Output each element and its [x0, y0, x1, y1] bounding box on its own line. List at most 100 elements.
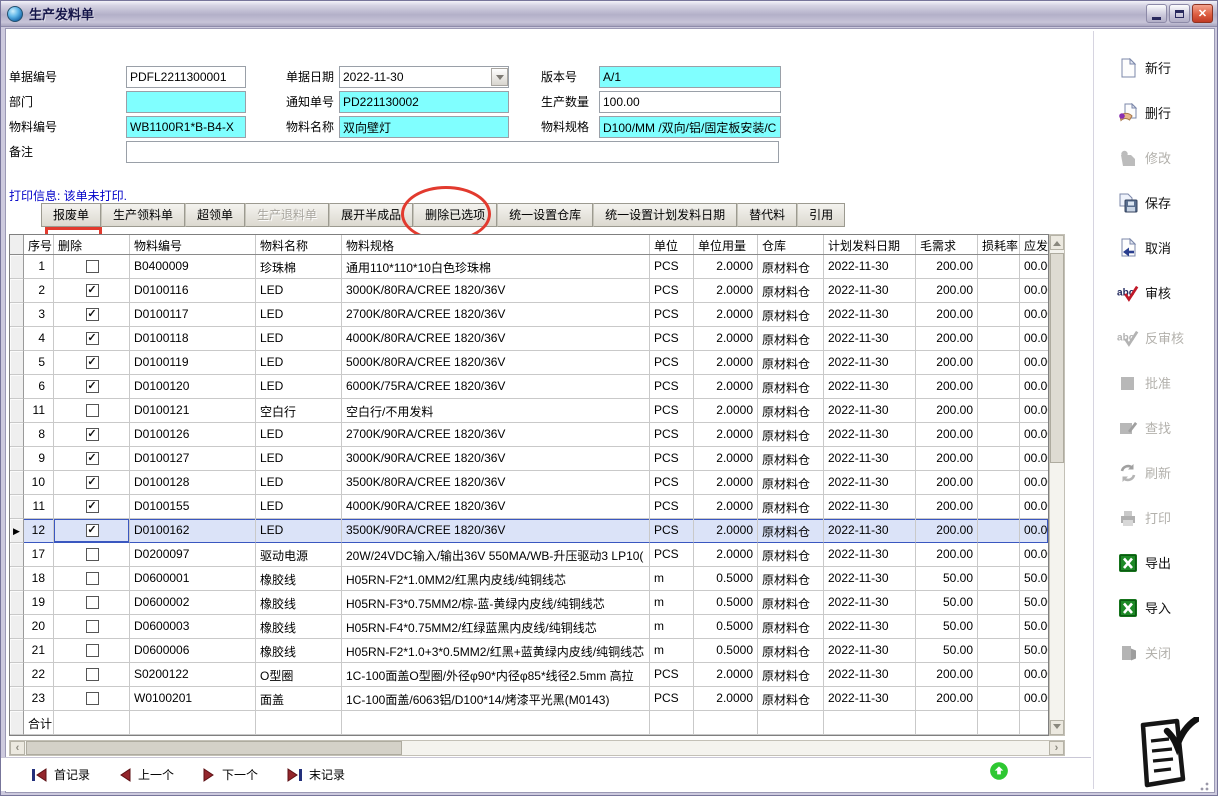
row-delete-checkbox[interactable] [86, 548, 99, 561]
version-field[interactable] [599, 66, 781, 88]
row-selector-gutter[interactable] [10, 279, 24, 303]
row-delete-checkbox[interactable] [86, 572, 99, 585]
row-selector-gutter[interactable] [10, 351, 24, 375]
matspec-field[interactable] [599, 116, 781, 138]
qty-field[interactable] [599, 91, 781, 113]
table-row[interactable]: 9✓D0100127LED3000K/90RA/CREE 1820/36VPCS… [10, 447, 1048, 471]
docno-field[interactable] [126, 66, 246, 88]
toolbar-button-3[interactable]: 超领单 [185, 203, 245, 227]
row-delete-checkbox[interactable]: ✓ [86, 452, 99, 465]
row-delete-checkbox[interactable] [86, 596, 99, 609]
minimize-button[interactable] [1146, 4, 1167, 23]
row-delete-checkbox[interactable]: ✓ [86, 428, 99, 441]
row-delete-checkbox[interactable]: ✓ [86, 356, 99, 369]
column-header[interactable]: 删除 [54, 235, 130, 254]
row-selector-gutter[interactable] [10, 375, 24, 399]
row-selector-gutter[interactable] [10, 447, 24, 471]
row-selector-gutter[interactable] [10, 687, 24, 711]
noticeno-field[interactable] [339, 91, 509, 113]
table-row[interactable]: 22S0200122O型圈1C-100面盖O型圈/外径φ90*内径φ85*线径2… [10, 663, 1048, 687]
row-selector-gutter[interactable] [10, 255, 24, 279]
row-selector-gutter[interactable] [10, 639, 24, 663]
row-delete-checkbox[interactable]: ✓ [86, 284, 99, 297]
toolbar-button-8[interactable]: 统一设置计划发料日期 [593, 203, 737, 227]
scroll-up-button[interactable] [1050, 235, 1064, 250]
column-header[interactable]: 物料规格 [342, 235, 650, 254]
close-button[interactable]: ✕ [1192, 4, 1213, 23]
scroll-right-button[interactable]: › [1049, 741, 1064, 755]
matname-field[interactable] [339, 116, 509, 138]
remark-field[interactable] [126, 141, 779, 163]
row-delete-checkbox[interactable]: ✓ [86, 500, 99, 513]
dept-field[interactable] [126, 91, 246, 113]
row-delete-checkbox[interactable] [86, 644, 99, 657]
previous-record-button[interactable]: 上一个 [118, 766, 174, 783]
current-row-marker[interactable]: ▶ [10, 519, 24, 543]
row-selector-gutter[interactable] [10, 663, 24, 687]
table-row[interactable]: 4✓D0100118LED4000K/80RA/CREE 1820/36VPCS… [10, 327, 1048, 351]
table-row[interactable]: 23W0100201面盖1C-100面盖/6063铝/D100*14/烤漆平光黑… [10, 687, 1048, 711]
column-header[interactable]: 毛需求 [916, 235, 978, 254]
table-row[interactable]: 1B0400009珍珠棉通用110*110*10白色珍珠棉PCS2.0000原材… [10, 255, 1048, 279]
sidebar-button-1[interactable]: 新行 [1105, 45, 1205, 90]
table-row[interactable]: 19D0600002橡胶线H05RN-F3*0.75MM2/棕-蓝-黄绿内皮线/… [10, 591, 1048, 615]
row-delete-checkbox[interactable]: ✓ [86, 524, 99, 537]
toolbar-button-2[interactable]: 生产领料单 [101, 203, 185, 227]
first-record-button[interactable]: 首记录 [31, 766, 90, 783]
sidebar-button-5[interactable]: 取消 [1105, 225, 1205, 270]
column-header[interactable]: 应发量 [1020, 235, 1049, 254]
toolbar-button-9[interactable]: 替代料 [737, 203, 797, 227]
toolbar-button-6[interactable]: 删除已选项 [413, 203, 497, 227]
row-delete-checkbox[interactable] [86, 620, 99, 633]
table-row[interactable]: 5✓D0100119LED5000K/80RA/CREE 1820/36VPCS… [10, 351, 1048, 375]
table-row[interactable]: 6✓D0100120LED6000K/75RA/CREE 1820/36VPCS… [10, 375, 1048, 399]
horizontal-scrollbar-thumb[interactable] [26, 741, 402, 755]
row-delete-checkbox[interactable]: ✓ [86, 332, 99, 345]
column-header[interactable]: 序号 [24, 235, 54, 254]
table-row[interactable]: 11D0100121空白行空白行/不用发料PCS2.0000原材料仓2022-1… [10, 399, 1048, 423]
column-header[interactable]: 物料名称 [256, 235, 342, 254]
last-record-button[interactable]: 末记录 [286, 766, 345, 783]
column-header[interactable]: 损耗率 [978, 235, 1020, 254]
scroll-left-button[interactable]: ‹ [10, 741, 25, 755]
sidebar-button-13[interactable]: 导入 [1105, 585, 1205, 630]
resize-grip[interactable] [1199, 781, 1209, 791]
row-selector-gutter[interactable] [10, 327, 24, 351]
matcode-field[interactable] [126, 116, 246, 138]
row-delete-checkbox[interactable] [86, 692, 99, 705]
row-selector-gutter[interactable] [10, 471, 24, 495]
sidebar-button-6[interactable]: abc审核 [1105, 270, 1205, 315]
horizontal-scrollbar[interactable]: ‹ › [9, 740, 1065, 756]
row-selector-gutter[interactable] [10, 591, 24, 615]
next-record-button[interactable]: 下一个 [202, 766, 258, 783]
row-delete-checkbox[interactable]: ✓ [86, 380, 99, 393]
row-selector-gutter[interactable] [10, 495, 24, 519]
row-selector-gutter[interactable] [10, 303, 24, 327]
vertical-scrollbar-thumb[interactable] [1050, 253, 1064, 463]
table-row[interactable]: 11✓D0100155LED4000K/90RA/CREE 1820/36VPC… [10, 495, 1048, 519]
docdate-dropdown-arrow-icon[interactable] [491, 68, 508, 86]
table-row[interactable]: 21D0600006橡胶线H05RN-F2*1.0+3*0.5MM2/红黑+蓝黄… [10, 639, 1048, 663]
row-selector-gutter[interactable] [10, 615, 24, 639]
table-row[interactable]: 2✓D0100116LED3000K/80RA/CREE 1820/36VPCS… [10, 279, 1048, 303]
table-row[interactable]: 18D0600001橡胶线H05RN-F2*1.0MM2/红黑内皮线/纯铜线芯m… [10, 567, 1048, 591]
table-row[interactable]: 3✓D0100117LED2700K/80RA/CREE 1820/36VPCS… [10, 303, 1048, 327]
table-row[interactable]: ▶12✓D0100162LED3500K/90RA/CREE 1820/36VP… [10, 519, 1048, 543]
vertical-scrollbar[interactable] [1049, 234, 1065, 736]
row-selector-gutter[interactable] [10, 567, 24, 591]
sidebar-button-2[interactable]: 删行 [1105, 90, 1205, 135]
row-selector-gutter[interactable] [10, 543, 24, 567]
column-header[interactable]: 计划发料日期 [824, 235, 916, 254]
table-row[interactable]: 20D0600003橡胶线H05RN-F4*0.75MM2/红绿蓝黑内皮线/纯铜… [10, 615, 1048, 639]
table-row[interactable]: 17D0200097驱动电源20W/24VDC输入/输出36V 550MA/WB… [10, 543, 1048, 567]
sidebar-button-4[interactable]: 保存 [1105, 180, 1205, 225]
column-header[interactable]: 仓库 [758, 235, 824, 254]
toolbar-button-1[interactable]: 报废单 [41, 203, 101, 227]
row-selector-gutter[interactable] [10, 423, 24, 447]
docdate-field[interactable] [339, 66, 509, 88]
column-header[interactable]: 单位 [650, 235, 694, 254]
row-delete-checkbox[interactable]: ✓ [86, 308, 99, 321]
column-header[interactable]: 物料编号 [130, 235, 256, 254]
maximize-button[interactable] [1169, 4, 1190, 23]
row-delete-checkbox[interactable]: ✓ [86, 476, 99, 489]
